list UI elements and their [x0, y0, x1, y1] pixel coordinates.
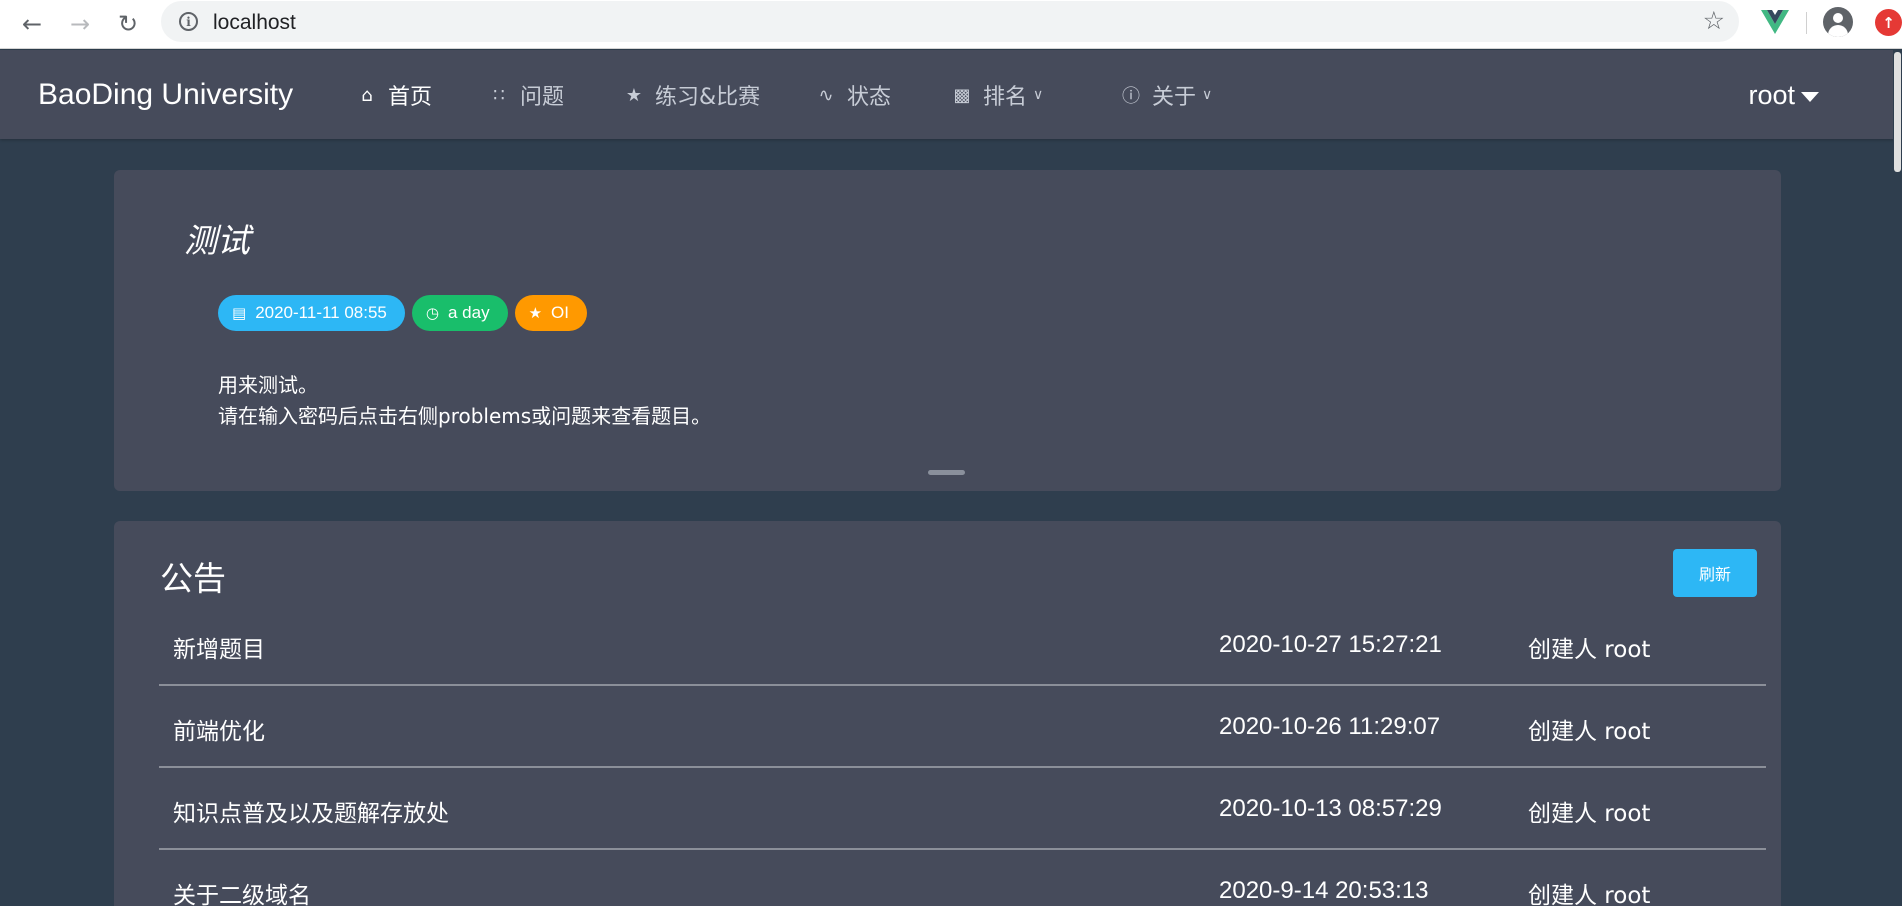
username: root — [1748, 80, 1795, 110]
update-icon[interactable]: ↑ — [1875, 9, 1902, 36]
announcement-creator: 创建人 root — [1528, 637, 1651, 663]
reload-icon[interactable]: ↻ — [110, 6, 146, 42]
duration: a day — [447, 303, 490, 322]
caret-down-icon — [1801, 92, 1819, 102]
announcements-card: 公告 刷新 新增题目 2020-10-27 15:27:21 创建人 root … — [114, 521, 1781, 906]
description-line: 请在输入密码后点击右侧problems或问题来查看题目。 — [218, 404, 712, 428]
announcement-time: 2020-10-27 15:27:21 — [1219, 631, 1442, 658]
announcement-list: 新增题目 2020-10-27 15:27:21 创建人 root 前端优化 2… — [159, 604, 1766, 906]
announcement-row[interactable]: 知识点普及以及题解存放处 2020-10-13 08:57:29 创建人 roo… — [159, 768, 1766, 850]
collapse-handle[interactable] — [928, 470, 965, 475]
announcement-creator: 创建人 root — [1528, 801, 1651, 827]
announcement-title[interactable]: 前端优化 — [173, 712, 265, 746]
announcement-time: 2020-10-13 08:57:29 — [1219, 795, 1442, 822]
browser-toolbar: ← → ↻ i localhost ☆ ↑ — [0, 0, 1902, 49]
announcement-title[interactable]: 新增题目 — [173, 630, 265, 664]
address-bar[interactable]: i localhost ☆ — [161, 1, 1739, 42]
top-navbar: BaoDing University ⌂ 首页 ∷ 问题 ★ 练习&比赛 ∿ 状… — [0, 50, 1902, 139]
nav-item-label: 练习&比赛 — [655, 85, 761, 110]
nav-item-label: 状态 — [847, 85, 892, 110]
nav-item-label: 关于 — [1152, 85, 1197, 110]
calendar-icon: ▤ — [232, 304, 247, 322]
announcement-time: 2020-10-26 11:29:07 — [1219, 713, 1441, 740]
grid-icon: ∷ — [493, 84, 505, 106]
page-scrollbar[interactable] — [1893, 50, 1902, 906]
url-text[interactable]: localhost — [213, 11, 296, 35]
back-arrow-icon[interactable]: ← — [14, 6, 50, 42]
duration-tag: ◷ a day — [411, 295, 508, 331]
nav-item-status[interactable]: ∿ 状态 — [815, 80, 892, 111]
home-icon: ⌂ — [361, 84, 373, 106]
rule-type-tag: ★ OI — [514, 295, 587, 331]
profile-icon[interactable] — [1823, 7, 1853, 37]
nav-item-contests[interactable]: ★ 练习&比赛 — [623, 80, 761, 111]
contest-title[interactable]: 测试 — [184, 214, 250, 262]
info-circle-icon: ⓘ — [1122, 86, 1140, 107]
nav-item-label: 首页 — [388, 85, 433, 110]
star-icon[interactable]: ☆ — [1703, 6, 1725, 35]
vue-devtools-icon[interactable] — [1761, 10, 1789, 34]
description-line: 用来测试。 — [218, 373, 318, 397]
start-time-tag: ▤ 2020-11-11 08:55 — [218, 295, 405, 331]
announcement-title[interactable]: 知识点普及以及题解存放处 — [173, 794, 449, 828]
nav-item-label: 问题 — [520, 85, 565, 110]
contest-description: 用来测试。 请在输入密码后点击右侧problems或问题来查看题目。 — [218, 370, 711, 432]
trophy-icon: ★ — [528, 304, 543, 322]
announcement-title[interactable]: 关于二级域名 — [173, 876, 311, 906]
toolbar-divider — [1806, 12, 1807, 34]
start-time: 2020-11-11 08:55 — [255, 303, 387, 322]
forward-arrow-icon[interactable]: → — [62, 6, 98, 42]
announcement-creator: 创建人 root — [1528, 883, 1651, 906]
announcements-title: 公告 — [160, 559, 226, 598]
nav-item-label: 排名 — [983, 85, 1028, 110]
clock-icon: ◷ — [425, 304, 439, 322]
nav-item-about[interactable]: ⓘ 关于 ∨ — [1120, 80, 1212, 110]
nav-item-home[interactable]: ⌂ 首页 — [356, 80, 433, 111]
trophy-icon: ★ — [625, 84, 643, 106]
announcement-row[interactable]: 前端优化 2020-10-26 11:29:07 创建人 root — [159, 686, 1766, 768]
chevron-down-icon: ∨ — [1033, 87, 1044, 103]
announcement-creator: 创建人 root — [1528, 719, 1651, 745]
nav-item-rank[interactable]: ▩ 排名 ∨ — [951, 80, 1044, 111]
user-menu[interactable]: root — [1748, 80, 1819, 111]
pulse-icon: ∿ — [818, 84, 834, 106]
refresh-button[interactable]: 刷新 — [1673, 549, 1757, 597]
rule-type: OI — [551, 303, 569, 322]
announcement-row[interactable]: 关于二级域名 2020-9-14 20:53:13 创建人 root — [159, 850, 1766, 906]
brand-title[interactable]: BaoDing University — [38, 78, 293, 112]
scrollbar-thumb[interactable] — [1894, 52, 1901, 172]
announcement-row[interactable]: 新增题目 2020-10-27 15:27:21 创建人 root — [159, 604, 1766, 686]
info-icon[interactable]: i — [179, 12, 198, 31]
contest-tags: ▤ 2020-11-11 08:55 ◷ a day ★ OI — [218, 295, 587, 331]
nav-item-problems[interactable]: ∷ 问题 — [488, 80, 565, 111]
contest-card: 测试 ▤ 2020-11-11 08:55 ◷ a day ★ OI 用来测试。… — [114, 170, 1781, 491]
bar-chart-icon: ▩ — [953, 84, 971, 106]
announcement-time: 2020-9-14 20:53:13 — [1219, 877, 1429, 904]
chevron-down-icon: ∨ — [1202, 87, 1213, 103]
